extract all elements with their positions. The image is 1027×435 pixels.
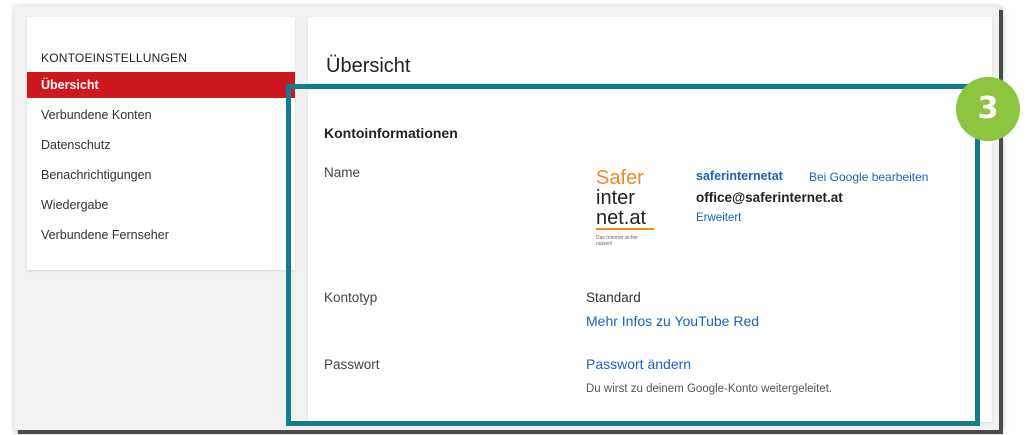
page-title: Übersicht bbox=[326, 55, 411, 77]
settings-window: KONTOEINSTELLUNGEN Übersicht Verbundene … bbox=[14, 6, 999, 430]
step-badge: 3 bbox=[956, 77, 1020, 141]
sidebar-item-datenschutz[interactable]: Datenschutz bbox=[27, 132, 295, 158]
account-name-link[interactable]: saferinternetat bbox=[696, 169, 783, 183]
logo-tagline: Das Internet sicher nutzen! bbox=[596, 235, 638, 247]
account-email: office@saferinternet.at bbox=[696, 190, 843, 205]
name-label: Name bbox=[324, 165, 361, 180]
advanced-link[interactable]: Erweitert bbox=[696, 212, 741, 224]
section-title: Kontoinformationen bbox=[324, 125, 458, 141]
sidebar-item-verbundene-konten[interactable]: Verbundene Konten bbox=[27, 102, 295, 128]
password-label: Passwort bbox=[324, 357, 380, 372]
logo-underline bbox=[596, 228, 654, 230]
logo-line-2: inter bbox=[596, 187, 635, 209]
youtube-red-info-link[interactable]: Mehr Infos zu YouTube Red bbox=[586, 313, 759, 329]
sidebar-item-uebersicht[interactable]: Übersicht bbox=[27, 72, 295, 98]
logo-line-3: net.at bbox=[596, 207, 647, 229]
sidebar: KONTOEINSTELLUNGEN Übersicht Verbundene … bbox=[27, 17, 295, 270]
account-type-value: Standard bbox=[586, 290, 641, 305]
account-type-label: Kontotyp bbox=[324, 290, 378, 305]
edit-on-google-link[interactable]: Bei Google bearbeiten bbox=[809, 170, 928, 184]
change-password-link[interactable]: Passwort ändern bbox=[586, 356, 691, 372]
sidebar-heading: KONTOEINSTELLUNGEN bbox=[41, 51, 188, 65]
sidebar-item-wiedergabe[interactable]: Wiedergabe bbox=[27, 192, 295, 218]
avatar: Safer inter net.at Das Internet sicher n… bbox=[596, 164, 668, 260]
logo-line-1: Safer bbox=[596, 167, 644, 189]
sidebar-item-benachrichtigungen[interactable]: Benachrichtigungen bbox=[27, 162, 295, 188]
password-hint: Du wirst zu deinem Google-Konto weiterge… bbox=[586, 383, 833, 395]
sidebar-item-verbundene-fernseher[interactable]: Verbundene Fernseher bbox=[27, 222, 295, 248]
